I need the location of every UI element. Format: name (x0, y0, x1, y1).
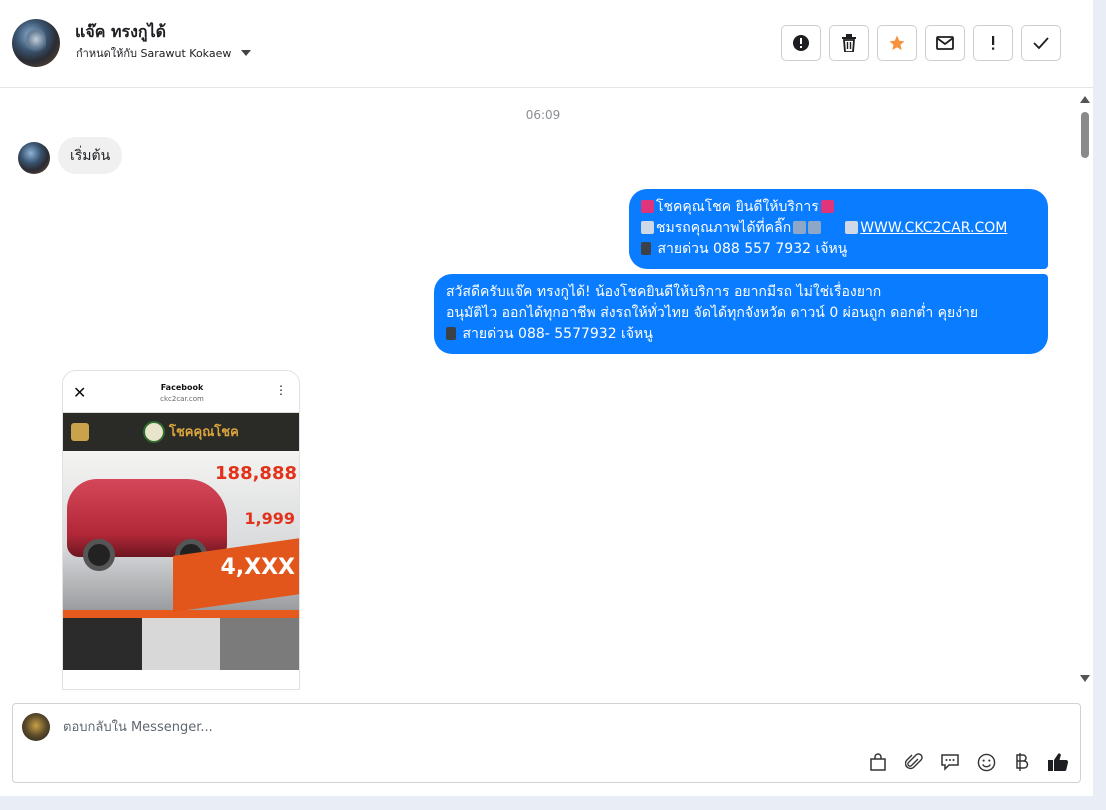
envelope-icon (936, 36, 954, 50)
down-arrow-emoji-icon (808, 221, 822, 234)
more-icon: ⋮ (275, 383, 287, 397)
star-icon (889, 35, 905, 51)
contact-name[interactable]: แจ๊ค ทรงกูได้ (75, 20, 166, 45)
composer-tools (866, 750, 1070, 774)
phone-emoji-icon (446, 327, 456, 340)
screenshot-site-header: โชคคุณโชค (63, 413, 299, 451)
play-emoji-icon (641, 221, 654, 234)
sparkle-emoji-icon (641, 200, 654, 213)
mark-unread-button[interactable] (925, 25, 965, 61)
payment-button[interactable] (1010, 750, 1034, 774)
website-link[interactable]: WWW.CKC2CAR.COM (860, 220, 1007, 236)
thumbs-up-icon (1048, 753, 1069, 772)
message-thread[interactable]: 06:09 เริ่มต้น โชคคุณโชค ยินดีให้บริการ … (0, 88, 1093, 690)
car-promo-image: 188,888 1,999 4,XXX (63, 451, 299, 612)
messenger-panel: แจ๊ค ทรงกูได้ กำหนดให้กับ Sarawut Kokaew (0, 0, 1093, 796)
menu-icon (71, 423, 89, 441)
chevron-down-icon (241, 50, 252, 56)
alert-circle-icon (793, 35, 809, 51)
screenshot-browser-bar: ✕ Facebook ckc2car.com ⋮ (63, 371, 299, 413)
mark-important-button[interactable] (973, 25, 1013, 61)
saved-replies-icon (941, 754, 959, 771)
conversation-header: แจ๊ค ทรงกูได้ กำหนดให้กับ Sarawut Kokaew (0, 0, 1093, 88)
bag-icon (870, 753, 886, 771)
promo-strip (63, 610, 299, 618)
message-text: ชมรถคุณภาพได้ที่คลิ๊ก (656, 220, 792, 236)
thumbnail (63, 618, 142, 670)
exclamation-icon (992, 36, 995, 50)
page-avatar (22, 713, 50, 741)
scroll-up-icon[interactable] (1080, 96, 1090, 103)
thread-scrollbar[interactable] (1078, 92, 1092, 686)
mark-spam-button[interactable] (781, 25, 821, 61)
trash-icon (842, 34, 856, 52)
thumbnail (220, 618, 299, 670)
promo-price: 188,888 (215, 463, 297, 484)
phone-emoji-icon (641, 242, 651, 255)
sender-avatar[interactable] (18, 142, 50, 174)
mark-done-button[interactable] (1021, 25, 1061, 61)
image-attachment[interactable]: ✕ Facebook ckc2car.com ⋮ โชคคุณโชค 188,8… (62, 370, 300, 690)
screenshot-url: ckc2car.com (160, 395, 204, 403)
outgoing-message[interactable]: สวัสดีครับแจ๊ค ทรงกูได้! น้องโชคยินดีให้… (434, 274, 1048, 354)
baht-icon (1016, 753, 1029, 771)
attach-button[interactable] (902, 750, 926, 774)
message-line: โชคคุณโชค ยินดีให้บริการ (641, 197, 1036, 218)
assignee-dropdown[interactable]: กำหนดให้กับ Sarawut Kokaew (76, 44, 252, 62)
saved-replies-button[interactable] (938, 750, 962, 774)
emoji-button[interactable] (974, 750, 998, 774)
emoji-icon (977, 753, 995, 771)
promo-price: 1,999 (244, 509, 295, 528)
outgoing-message[interactable]: โชคคุณโชค ยินดีให้บริการ ชมรถคุณภาพได้ที… (629, 189, 1048, 269)
promo-price: 4,XXX (220, 555, 295, 580)
message-text: สายด่วน 088 557 7932 เจ้หนู (657, 241, 848, 257)
message-text: โชคคุณโชค ยินดีให้บริการ (656, 199, 819, 215)
play-emoji-icon (845, 221, 859, 234)
reply-input[interactable] (63, 716, 963, 738)
message-line: สายด่วน 088 557 7932 เจ้หนู (641, 239, 1036, 260)
paperclip-icon (905, 753, 923, 770)
thumbnail (141, 618, 221, 670)
contact-avatar[interactable] (12, 19, 60, 67)
delete-button[interactable] (829, 25, 869, 61)
scrollbar-thumb[interactable] (1081, 112, 1089, 158)
down-arrow-emoji-icon (793, 221, 807, 234)
site-logo (143, 421, 165, 443)
screenshot-title: Facebook (160, 383, 204, 392)
message-line: สายด่วน 088- 5577932 เจ้หนู (446, 324, 1036, 345)
car-wheel (83, 539, 115, 571)
message-text: สายด่วน 088- 5577932 เจ้หนู (462, 326, 653, 342)
message-timestamp: 06:09 (525, 108, 561, 122)
message-line: ชมรถคุณภาพได้ที่คลิ๊ก WWW.CKC2CAR.COM (641, 218, 1036, 239)
bag-button[interactable] (866, 750, 890, 774)
promo-thumbnails (63, 618, 299, 670)
incoming-message[interactable]: เริ่มต้น (58, 137, 123, 174)
assignee-label: กำหนดให้กับ Sarawut Kokaew (76, 47, 232, 60)
header-actions (781, 25, 1061, 61)
scroll-down-icon[interactable] (1080, 675, 1090, 682)
reply-composer (12, 703, 1081, 783)
sparkle-emoji-icon (820, 200, 834, 213)
like-button[interactable] (1046, 750, 1070, 774)
checkmark-icon (1033, 37, 1049, 49)
site-brand: โชคคุณโชค (169, 425, 239, 440)
message-line: สวัสดีครับแจ๊ค ทรงกูได้! น้องโชคยินดีให้… (446, 284, 882, 300)
star-button[interactable] (877, 25, 917, 61)
message-line: อนุมัติไว ออกได้ทุกอาชีพ ส่งรถให้ทั่วไทย… (446, 305, 979, 321)
